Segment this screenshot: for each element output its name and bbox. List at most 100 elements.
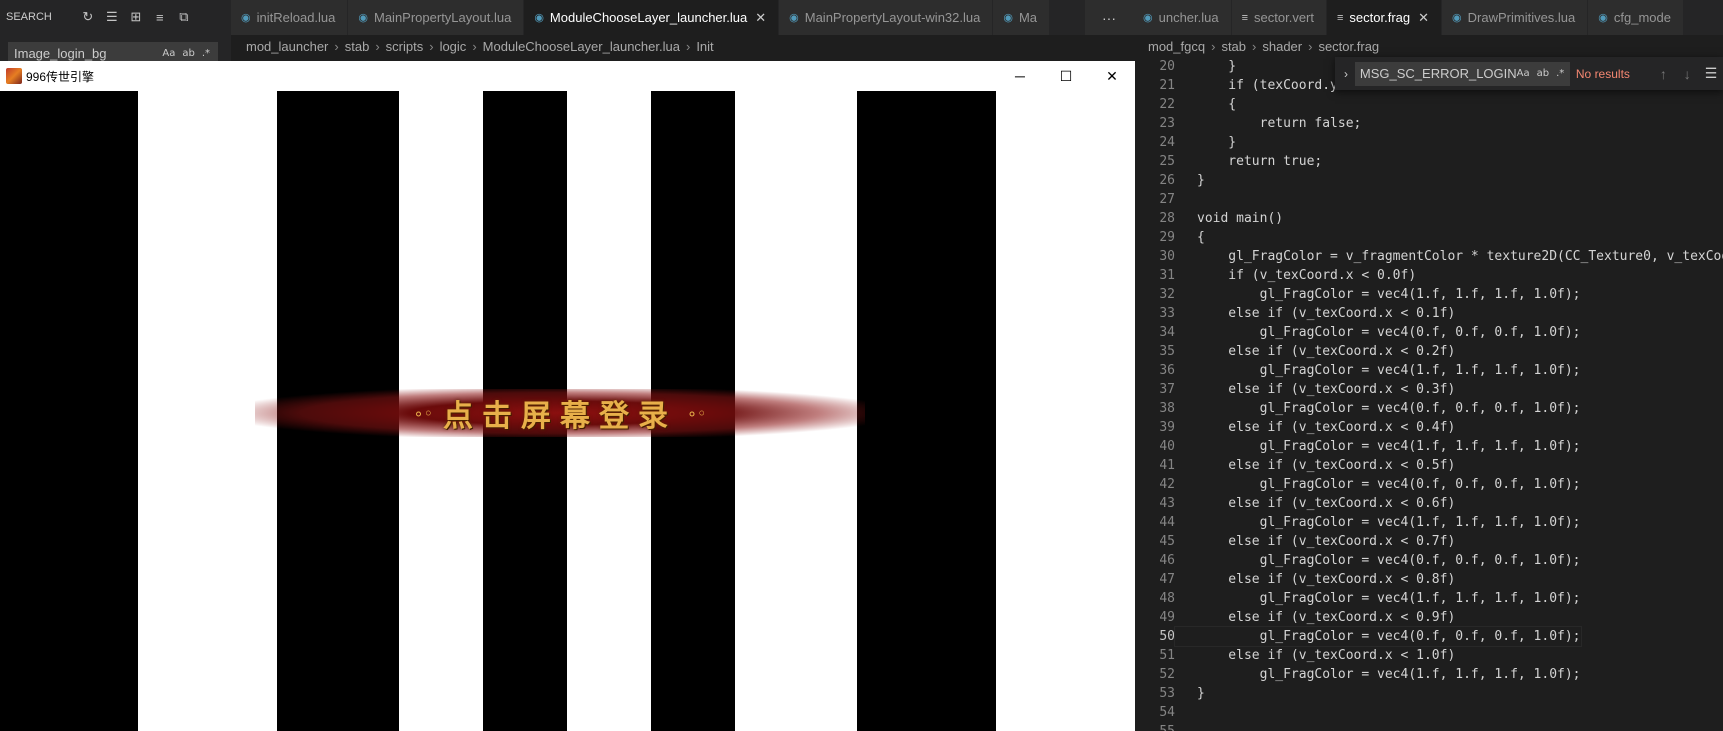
breadcrumb-item[interactable]: scripts: [386, 39, 424, 54]
next-match-icon[interactable]: ↓: [1675, 66, 1699, 82]
code-line[interactable]: 29 {: [1135, 228, 1723, 247]
code-line[interactable]: 44 gl_FragColor = vec4(1.f, 1.f, 1.f, 1.…: [1135, 513, 1723, 532]
line-content: gl_FragColor = vec4(0.f, 0.f, 0.f, 1.0f)…: [1197, 401, 1581, 416]
code-line[interactable]: 28 void main(): [1135, 209, 1723, 228]
collapse-all-icon[interactable]: ⧉: [176, 9, 192, 25]
minimize-button[interactable]: ─: [997, 61, 1043, 91]
line-content: else if (v_texCoord.x < 0.6f): [1197, 496, 1456, 511]
whole-word-toggle[interactable]: ab: [182, 48, 194, 59]
clear-results-icon[interactable]: ☰: [104, 9, 120, 25]
code-line[interactable]: 33 else if (v_texCoord.x < 0.1f): [1135, 304, 1723, 323]
code-line[interactable]: 51 else if (v_texCoord.x < 1.0f): [1135, 646, 1723, 665]
breadcrumb-item[interactable]: stab: [1221, 39, 1246, 54]
line-number: 35: [1159, 344, 1175, 359]
game-canvas[interactable]: ∘◦ 点击屏幕登录 ∘◦: [0, 91, 1135, 731]
code-line[interactable]: 50 gl_FragColor = vec4(0.f, 0.f, 0.f, 1.…: [1135, 626, 1723, 647]
line-content: {: [1197, 97, 1237, 112]
code-line[interactable]: 46 gl_FragColor = vec4(0.f, 0.f, 0.f, 1.…: [1135, 551, 1723, 570]
editor-tab[interactable]: ◉ initReload.lua: [231, 0, 349, 35]
view-as-tree-icon[interactable]: ≡: [152, 9, 168, 25]
breadcrumb-item[interactable]: mod_launcher: [246, 39, 328, 54]
maximize-button[interactable]: ☐: [1043, 61, 1089, 91]
code-line[interactable]: 35 else if (v_texCoord.x < 0.2f): [1135, 342, 1723, 361]
tap-to-login-banner[interactable]: ∘◦ 点击屏幕登录 ∘◦: [255, 389, 865, 437]
editor-tab[interactable]: ◉ MainPropertyLayout.lua: [348, 0, 525, 35]
refresh-icon[interactable]: ↻: [80, 9, 96, 25]
breadcrumb-item[interactable]: logic: [440, 39, 467, 54]
code-line[interactable]: 54: [1135, 703, 1723, 722]
editor-tab[interactable]: ◉ uncher.lua: [1133, 0, 1232, 35]
code-line[interactable]: 43 else if (v_texCoord.x < 0.6f): [1135, 494, 1723, 513]
line-content: else if (v_texCoord.x < 0.5f): [1197, 458, 1456, 473]
code-line[interactable]: 49 else if (v_texCoord.x < 0.9f): [1135, 608, 1723, 627]
find-in-selection-icon[interactable]: ☰: [1699, 65, 1723, 82]
line-content: }: [1197, 59, 1237, 74]
breadcrumb-item[interactable]: mod_fgcq: [1148, 39, 1205, 54]
code-line[interactable]: 40 gl_FragColor = vec4(1.f, 1.f, 1.f, 1.…: [1135, 437, 1723, 456]
code-line[interactable]: 41 else if (v_texCoord.x < 0.5f): [1135, 456, 1723, 475]
code-line[interactable]: 26}: [1135, 171, 1723, 190]
close-button[interactable]: ✕: [1089, 61, 1135, 91]
more-actions-icon[interactable]: ···: [1085, 0, 1133, 35]
code-line[interactable]: 37 else if (v_texCoord.x < 0.3f): [1135, 380, 1723, 399]
code-line[interactable]: 31 if (v_texCoord.x < 0.0f): [1135, 266, 1723, 285]
game-window-title: 996传世引擎: [26, 69, 95, 84]
find-whole-word-toggle[interactable]: ab: [1537, 68, 1549, 79]
line-content: }: [1197, 135, 1237, 150]
breadcrumb-item[interactable]: Init: [696, 39, 713, 54]
code-line[interactable]: 45 else if (v_texCoord.x < 0.7f): [1135, 532, 1723, 551]
close-tab-icon[interactable]: ✕: [755, 10, 766, 26]
regex-toggle[interactable]: .*: [202, 48, 210, 59]
code-line[interactable]: 24 }: [1135, 133, 1723, 152]
editor-tab[interactable]: ≡ sector.frag ✕: [1327, 0, 1443, 35]
line-content: else if (v_texCoord.x < 0.4f): [1197, 420, 1456, 435]
code-line[interactable]: 47 else if (v_texCoord.x < 0.8f): [1135, 570, 1723, 589]
code-line[interactable]: 55: [1135, 722, 1723, 731]
editor-tab[interactable]: ◉ DrawPrimitives.lua: [1442, 0, 1589, 35]
game-titlebar: 996传世引擎 ─ ☐ ✕: [0, 61, 1135, 91]
code-line[interactable]: 34 gl_FragColor = vec4(0.f, 0.f, 0.f, 1.…: [1135, 323, 1723, 342]
line-number: 44: [1159, 515, 1175, 530]
previous-match-icon[interactable]: ↑: [1651, 66, 1675, 82]
code-line[interactable]: 25 return true;: [1135, 152, 1723, 171]
find-match-case-toggle[interactable]: Aa: [1517, 68, 1530, 79]
breadcrumb-item[interactable]: shader: [1262, 39, 1302, 54]
code-line[interactable]: 23 return false;: [1135, 114, 1723, 133]
toggle-replace-icon[interactable]: ›: [1337, 67, 1355, 81]
editor-tab[interactable]: ◉ Ma: [993, 0, 1051, 35]
find-regex-toggle[interactable]: .*: [1556, 68, 1564, 79]
editor-tab[interactable]: ◉ MainPropertyLayout-win32.lua: [779, 0, 994, 35]
code-line[interactable]: 42 gl_FragColor = vec4(0.f, 0.f, 0.f, 1.…: [1135, 475, 1723, 494]
breadcrumb-separator-icon: ›: [1211, 38, 1216, 54]
line-content: [1175, 703, 1197, 722]
line-content: gl_FragColor = vec4(0.f, 0.f, 0.f, 1.0f)…: [1197, 553, 1581, 568]
editor-tab[interactable]: ◉ ModuleChooseLayer_launcher.lua ✕: [524, 0, 780, 35]
line-number: 33: [1159, 306, 1175, 321]
code-editor[interactable]: 20 } 21 if (texCoord.y 22 {23 return false…: [1135, 57, 1723, 731]
code-line[interactable]: 30 gl_FragColor = v_fragmentColor * text…: [1135, 247, 1723, 266]
code-line[interactable]: 36 gl_FragColor = vec4(1.f, 1.f, 1.f, 1.…: [1135, 361, 1723, 380]
code-line[interactable]: 22 {: [1135, 95, 1723, 114]
new-search-editor-icon[interactable]: ⊞: [128, 9, 144, 25]
editor-tab[interactable]: ◉ cfg_mode: [1588, 0, 1684, 35]
line-content: gl_FragColor = vec4(0.f, 0.f, 0.f, 1.0f)…: [1197, 325, 1581, 340]
code-line[interactable]: 53}: [1135, 684, 1723, 703]
line-number: 41: [1159, 458, 1175, 473]
breadcrumb-item[interactable]: ModuleChooseLayer_launcher.lua: [483, 39, 680, 54]
breadcrumb-separator-icon: ›: [472, 38, 477, 54]
code-line[interactable]: 27: [1135, 190, 1723, 209]
breadcrumb-separator-icon: ›: [1308, 38, 1313, 54]
breadcrumb-item[interactable]: sector.frag: [1318, 39, 1379, 54]
find-input[interactable]: MSG_SC_ERROR_LOGIN Aa ab .*: [1354, 61, 1570, 86]
code-line[interactable]: 48 gl_FragColor = vec4(1.f, 1.f, 1.f, 1.…: [1135, 589, 1723, 608]
line-number: 39: [1159, 420, 1175, 435]
code-line[interactable]: 38 gl_FragColor = vec4(0.f, 0.f, 0.f, 1.…: [1135, 399, 1723, 418]
code-line[interactable]: 52 gl_FragColor = vec4(1.f, 1.f, 1.f, 1.…: [1135, 665, 1723, 684]
editor-tab[interactable]: ≡ sector.vert: [1231, 0, 1327, 35]
code-line[interactable]: 32 gl_FragColor = vec4(1.f, 1.f, 1.f, 1.…: [1135, 285, 1723, 304]
close-tab-icon[interactable]: ✕: [1418, 10, 1429, 26]
line-content: gl_FragColor = vec4(1.f, 1.f, 1.f, 1.0f)…: [1197, 287, 1581, 302]
code-line[interactable]: 39 else if (v_texCoord.x < 0.4f): [1135, 418, 1723, 437]
breadcrumb-item[interactable]: stab: [345, 39, 370, 54]
match-case-toggle[interactable]: Aa: [162, 48, 175, 59]
